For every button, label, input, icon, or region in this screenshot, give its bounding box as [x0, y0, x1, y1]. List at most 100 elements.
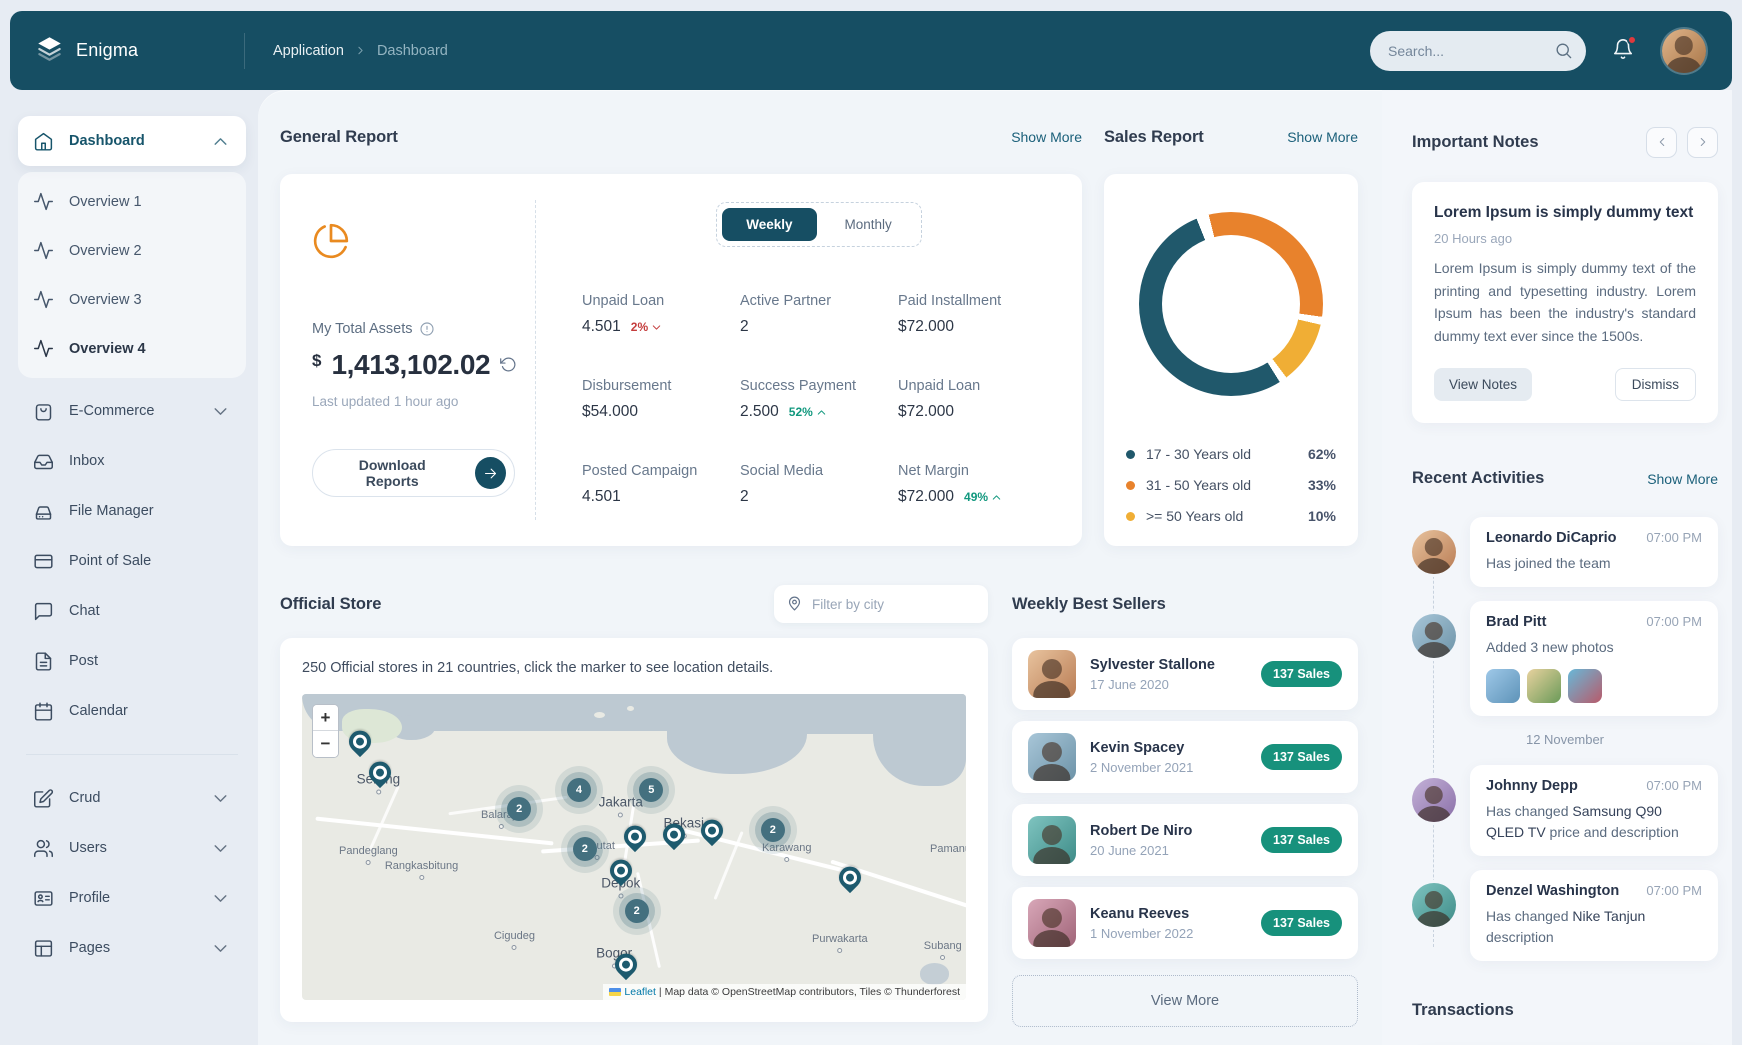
sales-report-show-more[interactable]: Show More — [1287, 129, 1358, 145]
best-sellers-title: Weekly Best Sellers — [1012, 595, 1166, 614]
best-seller-card[interactable]: Kevin Spacey 2 November 2021 137 Sales — [1012, 721, 1358, 793]
store-map[interactable]: Serang Balaraja — [302, 694, 966, 1000]
map-zoom-control: + − — [312, 704, 339, 758]
map-marker[interactable]: 2 — [625, 899, 649, 923]
user-avatar[interactable] — [1662, 29, 1706, 73]
sidebar-item-inbox[interactable]: Inbox — [18, 436, 246, 486]
sidebar-item-profile[interactable]: Profile — [18, 873, 246, 923]
chevron-down-icon — [210, 838, 231, 859]
activity-icon — [33, 240, 54, 261]
zoom-out-button[interactable]: − — [313, 731, 338, 757]
sidebar-item-calendar[interactable]: Calendar — [18, 686, 246, 736]
general-report-title: General Report — [280, 128, 398, 147]
sales-report-title: Sales Report — [1104, 128, 1204, 147]
best-sellers-list: Sylvester Stallone 17 June 2020 137 Sale… — [1012, 638, 1358, 959]
best-seller-card[interactable]: Robert De Niro 20 June 2021 137 Sales — [1012, 804, 1358, 876]
topbar: Enigma Application Dashboard — [10, 11, 1732, 90]
map-lake — [920, 963, 950, 984]
activity-item: Brad Pitt 07:00 PM Added 3 new photos — [1412, 601, 1718, 716]
info-icon[interactable] — [419, 321, 435, 337]
notes-next-button[interactable] — [1687, 127, 1718, 158]
message-square-icon — [33, 601, 54, 622]
sidebar-item-ecommerce[interactable]: E-Commerce — [18, 386, 246, 436]
note-card: Lorem Ipsum is simply dummy text 20 Hour… — [1412, 182, 1718, 423]
enigma-logo-icon — [36, 35, 63, 67]
activity-avatar[interactable] — [1412, 778, 1456, 822]
stat-item: Unpaid Loan 4.501 2% — [582, 293, 740, 336]
layout-icon — [33, 938, 54, 959]
activity-avatar[interactable] — [1412, 883, 1456, 927]
legend-item: >= 50 Years old 10% — [1126, 508, 1336, 524]
chevron-up-icon — [990, 491, 1003, 504]
toggle-monthly[interactable]: Monthly — [821, 208, 916, 241]
map-marker[interactable]: 4 — [567, 778, 591, 802]
sidebar-item-users[interactable]: Users — [18, 823, 246, 873]
breadcrumb-application[interactable]: Application — [273, 43, 344, 59]
sidebar-item-crud[interactable]: Crud — [18, 773, 246, 823]
users-icon — [33, 838, 54, 859]
zoom-in-button[interactable]: + — [313, 705, 338, 731]
reload-icon[interactable] — [500, 356, 517, 376]
best-seller-card[interactable]: Keanu Reeves 1 November 2022 137 Sales — [1012, 887, 1358, 959]
stat-delta-badge[interactable]: 2% — [631, 320, 663, 334]
header-divider — [244, 33, 245, 69]
brand[interactable]: Enigma — [36, 35, 244, 67]
note-body: Lorem Ipsum is simply dummy text of the … — [1434, 257, 1696, 348]
map-road — [367, 785, 400, 853]
map-city-label: Subang — [924, 940, 962, 960]
toggle-weekly[interactable]: Weekly — [722, 208, 816, 241]
total-assets-label: My Total Assets — [312, 321, 515, 337]
hard-drive-icon — [33, 501, 54, 522]
sidebar-item-overview-2[interactable]: Overview 2 — [18, 226, 246, 275]
sales-report-card: 17 - 30 Years old 62% 31 - 50 Years old … — [1104, 174, 1358, 546]
notes-prev-button[interactable] — [1646, 127, 1677, 158]
breadcrumb-separator-icon — [354, 44, 367, 57]
map-marker[interactable]: 2 — [761, 818, 785, 842]
sidebar-item-point-of-sale[interactable]: Point of Sale — [18, 536, 246, 586]
search-box — [1370, 31, 1586, 71]
activity-photo[interactable] — [1527, 669, 1561, 703]
sidebar-item-overview-1[interactable]: Overview 1 — [18, 177, 246, 226]
stat-item: Unpaid Loan $72.000 — [898, 378, 1056, 421]
leaflet-link[interactable]: Leaflet — [624, 986, 656, 998]
view-more-button[interactable]: View More — [1012, 975, 1358, 1027]
general-report-card: My Total Assets $1,413,102.02 Last up — [280, 174, 1082, 546]
stat-delta-badge[interactable]: 49% — [964, 490, 1003, 504]
chevron-left-icon — [1655, 135, 1669, 149]
sidebar-item-overview-4[interactable]: Overview 4 — [18, 324, 246, 373]
filter-by-city-input[interactable] — [774, 585, 988, 623]
timeline-date-divider: 12 November — [1412, 732, 1718, 747]
map-marker[interactable]: 5 — [639, 778, 663, 802]
activity-photo[interactable] — [1486, 669, 1520, 703]
sidebar-item-overview-3[interactable]: Overview 3 — [18, 275, 246, 324]
activity-avatar[interactable] — [1412, 530, 1456, 574]
stat-delta-badge[interactable]: 52% — [789, 405, 828, 419]
download-reports-button[interactable]: Download Reports — [312, 449, 515, 497]
sidebar-item-dashboard[interactable]: Dashboard — [18, 116, 246, 166]
notifications-button[interactable] — [1612, 38, 1634, 63]
brand-name: Enigma — [76, 40, 138, 61]
map-city-label: Jakarta — [599, 794, 643, 817]
activity-avatar[interactable] — [1412, 614, 1456, 658]
map-marker[interactable]: 2 — [573, 837, 597, 861]
view-notes-button[interactable]: View Notes — [1434, 368, 1532, 401]
sidebar-item-pages[interactable]: Pages — [18, 923, 246, 973]
activities-show-more[interactable]: Show More — [1647, 471, 1718, 487]
map-city-dot — [618, 812, 623, 817]
edit-icon — [33, 788, 54, 809]
dismiss-button[interactable]: Dismiss — [1615, 368, 1696, 401]
activity-photo[interactable] — [1568, 669, 1602, 703]
general-report-show-more[interactable]: Show More — [1011, 129, 1082, 145]
breadcrumb-dashboard[interactable]: Dashboard — [377, 43, 448, 59]
sidebar: Dashboard Overview 1 Overview 2 Overview… — [10, 90, 258, 1045]
legend-item: 17 - 30 Years old 62% — [1126, 446, 1336, 462]
legend-dot — [1126, 450, 1135, 459]
sidebar-item-file-manager[interactable]: File Manager — [18, 486, 246, 536]
sidebar-item-post[interactable]: Post — [18, 636, 246, 686]
map-marker[interactable]: 2 — [507, 797, 531, 821]
official-store-card: 250 Official stores in 21 countries, cli… — [280, 638, 988, 1022]
sales-donut-chart[interactable] — [1139, 212, 1323, 396]
sidebar-item-chat[interactable]: Chat — [18, 586, 246, 636]
best-seller-card[interactable]: Sylvester Stallone 17 June 2020 137 Sale… — [1012, 638, 1358, 710]
chevron-down-icon — [210, 938, 231, 959]
